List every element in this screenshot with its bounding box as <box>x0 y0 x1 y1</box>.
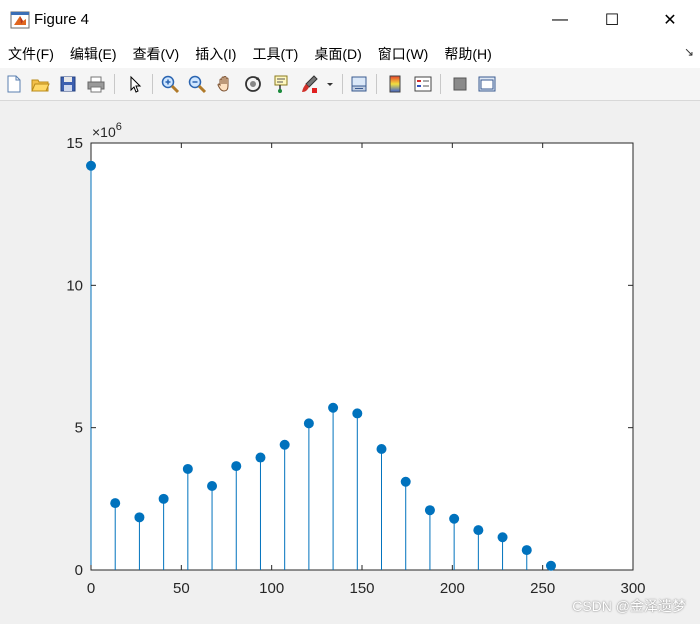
minimize-icon: — <box>552 11 568 28</box>
menu-file[interactable]: 文件(F) <box>0 40 62 68</box>
toolbar-separator <box>342 74 343 94</box>
stem-marker <box>449 513 460 524</box>
dock-arrow-icon[interactable]: ↘ <box>684 45 694 59</box>
stem-marker <box>207 481 218 492</box>
link-plot-icon[interactable] <box>348 73 370 95</box>
maximize-icon: ☐ <box>604 12 620 29</box>
menu-desktop[interactable]: 桌面(D) <box>306 40 369 68</box>
menu-edit[interactable]: 编辑(E) <box>62 40 125 68</box>
select-arrow-icon[interactable] <box>124 73 146 95</box>
zoom-out-icon[interactable] <box>186 73 208 95</box>
stem-marker <box>158 493 169 504</box>
pan-hand-icon[interactable] <box>214 73 236 95</box>
stem-marker <box>328 402 339 413</box>
hide-plot-tools-icon[interactable] <box>449 73 471 95</box>
rotate-3d-icon[interactable] <box>242 73 264 95</box>
zoom-in-icon[interactable] <box>159 73 181 95</box>
stem-marker <box>134 512 145 523</box>
x-tick-label: 300 <box>620 580 645 597</box>
data-cursor-icon[interactable] <box>270 73 292 95</box>
save-icon[interactable] <box>57 73 79 95</box>
stem-marker <box>110 498 121 509</box>
y-tick-label: 0 <box>75 562 83 579</box>
stem-marker <box>376 444 387 455</box>
menu-bar: 文件(F) 编辑(E) 查看(V) 插入(I) 工具(T) 桌面(D) 窗口(W… <box>0 40 700 68</box>
maximize-button[interactable]: ☐ <box>584 0 640 40</box>
new-figure-icon[interactable] <box>3 73 25 95</box>
y-tick-label: 15 <box>66 135 83 152</box>
stem-marker <box>424 505 435 516</box>
colorbar-icon[interactable] <box>384 73 406 95</box>
watermark-text: CSDN @金泽遗梦 <box>572 598 686 614</box>
stem-marker <box>473 525 484 536</box>
menu-view[interactable]: 查看(V) <box>125 40 188 68</box>
print-icon[interactable] <box>85 73 107 95</box>
stem-marker <box>279 439 290 450</box>
toolbar-separator <box>376 74 377 94</box>
stem-marker <box>521 545 532 556</box>
legend-icon[interactable] <box>412 73 434 95</box>
axes-box[interactable] <box>90 142 634 571</box>
x-tick-label: 0 <box>87 580 95 597</box>
y-tick-label: 10 <box>66 277 83 294</box>
title-bar: Figure 4 — ☐ ✕ <box>0 0 700 40</box>
stem-marker <box>255 452 266 463</box>
matlab-logo-icon <box>10 11 30 29</box>
stem-marker <box>400 476 411 487</box>
stem-marker <box>352 408 363 419</box>
show-plot-tools-icon[interactable] <box>476 73 498 95</box>
stem-marker <box>182 463 193 474</box>
menu-window[interactable]: 窗口(W) <box>370 40 437 68</box>
stem-marker <box>86 160 96 171</box>
y-multiplier-label: ×106 <box>92 121 122 140</box>
x-tick-label: 50 <box>173 580 190 597</box>
toolbar-separator <box>114 74 115 94</box>
menu-insert[interactable]: 插入(I) <box>187 40 244 68</box>
x-tick-label: 100 <box>259 580 284 597</box>
close-button[interactable]: ✕ <box>642 0 698 40</box>
figure-canvas[interactable]: 0 50 100 150 200 250 300 0 5 10 15 ×106 <box>0 100 700 624</box>
x-tick-label: 150 <box>349 580 374 597</box>
open-file-icon[interactable] <box>29 73 51 95</box>
close-icon: ✕ <box>663 12 677 29</box>
menu-tools[interactable]: 工具(T) <box>244 40 306 68</box>
minimize-button[interactable]: — <box>532 0 588 40</box>
x-tick-label: 200 <box>440 580 465 597</box>
y-tick-label: 5 <box>75 420 83 437</box>
stem-marker <box>545 560 556 571</box>
toolbar-separator <box>152 74 153 94</box>
menu-help[interactable]: 帮助(H) <box>436 40 499 68</box>
toolbar-separator <box>440 74 441 94</box>
brush-icon[interactable] <box>298 73 320 95</box>
window-title: Figure 4 <box>34 11 90 28</box>
stem-marker <box>231 461 242 472</box>
x-tick-label: 250 <box>530 580 555 597</box>
brush-dropdown-icon[interactable] <box>323 73 337 95</box>
stem-marker <box>303 418 314 429</box>
stem-marker <box>497 532 508 543</box>
figure-toolbar <box>0 68 700 101</box>
